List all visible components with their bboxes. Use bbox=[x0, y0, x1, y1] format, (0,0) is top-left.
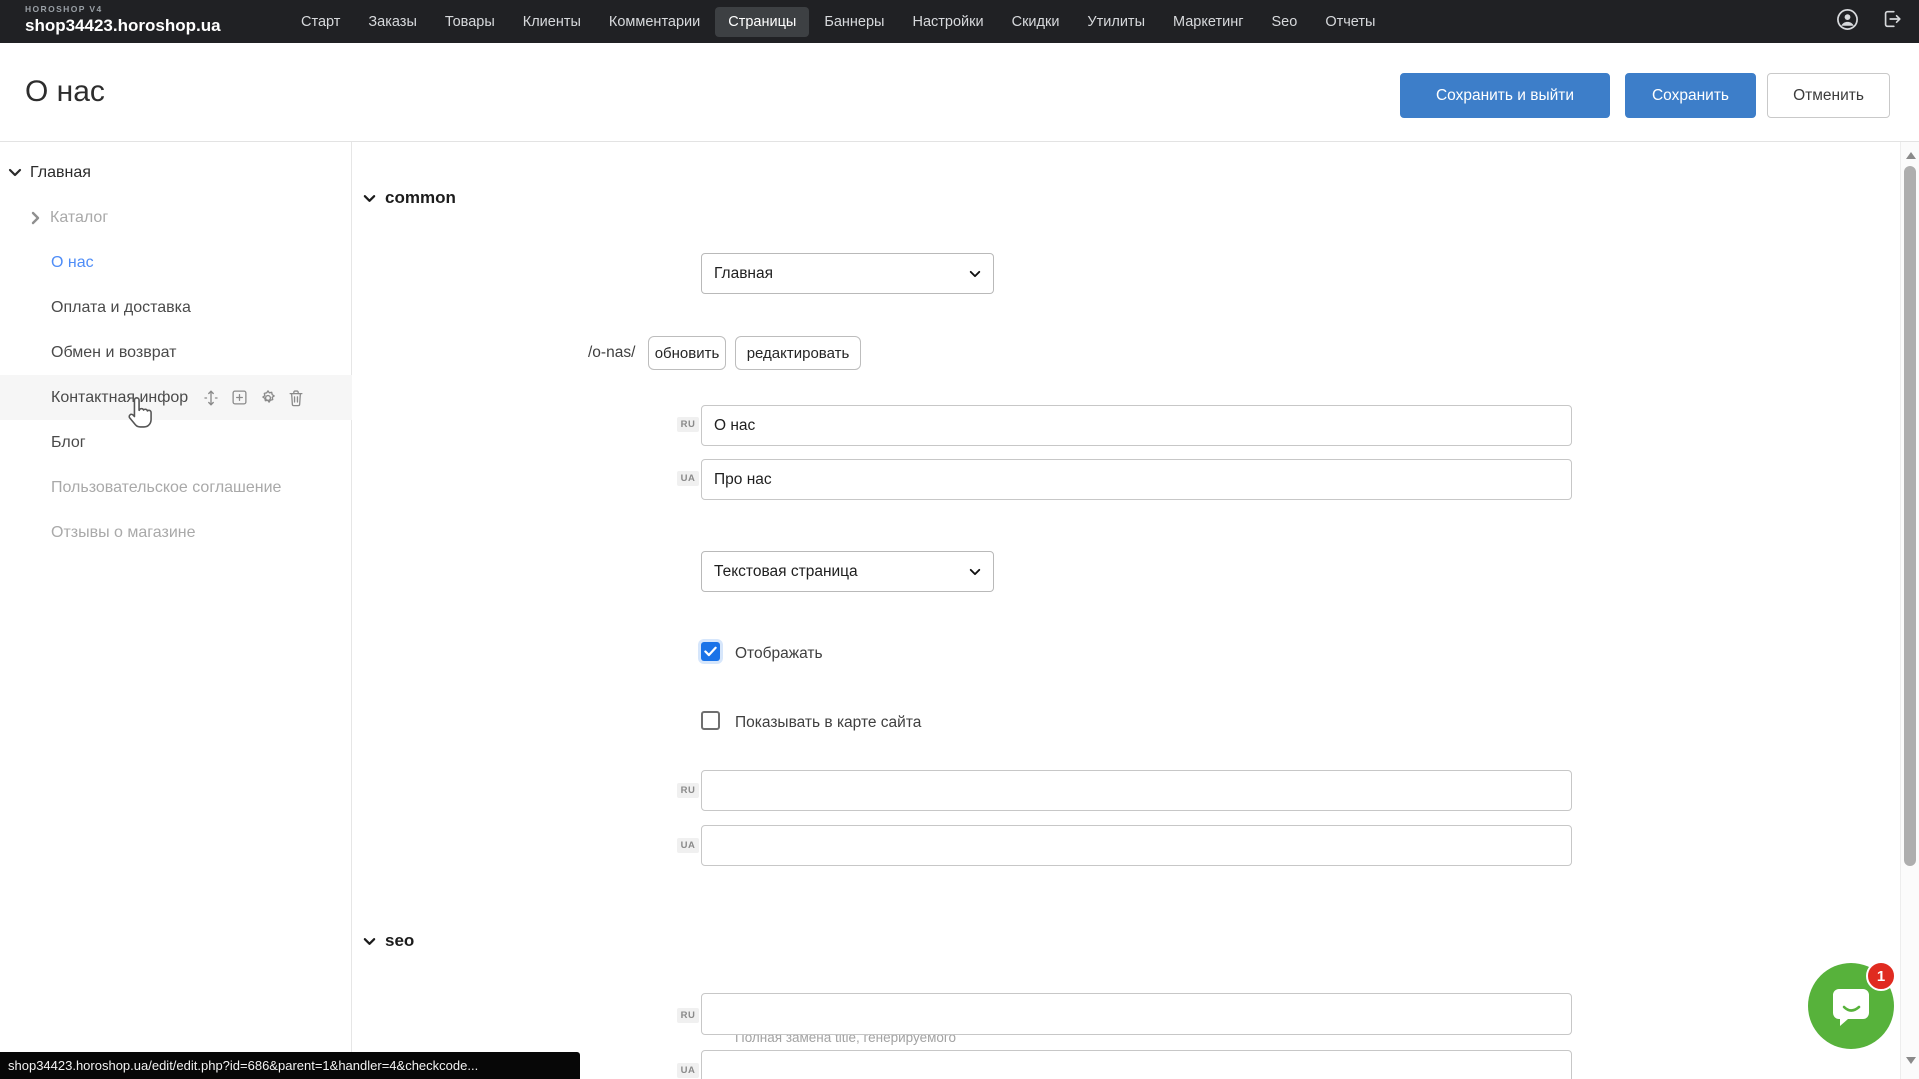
sidebar-item-about-selected[interactable]: О нас bbox=[0, 240, 352, 285]
template-select[interactable]: Текстовая страница bbox=[701, 551, 994, 592]
nav-item-banners[interactable]: Баннеры bbox=[811, 7, 897, 37]
top-navigation-bar: HOROSHOP V4 shop34423.horoshop.ua Старт … bbox=[0, 0, 1919, 43]
sidebar-item-label: Отзывы о магазине bbox=[51, 524, 196, 542]
page-edit-form: common Родительский раздел Главная Ссылк… bbox=[353, 142, 1900, 1079]
settings-gear-icon[interactable] bbox=[259, 389, 277, 407]
vertical-scrollbar[interactable] bbox=[1900, 142, 1919, 1079]
logout-icon[interactable] bbox=[1881, 8, 1903, 35]
sidebar-item-label: Контактная инфор bbox=[51, 389, 188, 407]
sitemap-checkbox-unchecked[interactable] bbox=[701, 711, 720, 730]
nav-item-comments[interactable]: Комментарии bbox=[596, 7, 713, 37]
page-title: О нас bbox=[25, 75, 105, 109]
parent-section-value: Главная bbox=[714, 265, 969, 283]
sidebar-item-payment-delivery[interactable]: Оплата и доставка bbox=[0, 285, 352, 330]
nav-item-products[interactable]: Товары bbox=[432, 7, 508, 37]
sidebar-item-label: Каталог bbox=[50, 209, 108, 227]
cancel-button[interactable]: Отменить bbox=[1767, 73, 1890, 118]
parent-section-select[interactable]: Главная bbox=[701, 253, 994, 294]
page-title-ru-input[interactable] bbox=[701, 405, 1572, 446]
scrollbar-thumb[interactable] bbox=[1904, 166, 1916, 866]
ru-lang-badge: RU bbox=[677, 1008, 699, 1023]
nav-item-orders[interactable]: Заказы bbox=[355, 7, 429, 37]
sidebar-item-label: О нас bbox=[51, 254, 94, 272]
nav-item-settings[interactable]: Настройки bbox=[899, 7, 996, 37]
chevron-down-icon[interactable] bbox=[8, 168, 22, 177]
html-title-ru-input[interactable] bbox=[701, 993, 1572, 1035]
nav-item-reports[interactable]: Отчеты bbox=[1312, 7, 1388, 37]
display-label: Отображать bbox=[735, 645, 823, 663]
ru-lang-badge: RU bbox=[677, 417, 699, 432]
checkmark-icon bbox=[704, 646, 717, 657]
nav-item-clients[interactable]: Клиенты bbox=[510, 7, 594, 37]
sidebar-item-user-agreement[interactable]: Пользовательское соглашение bbox=[0, 465, 352, 510]
sidebar-item-blog[interactable]: Блог bbox=[0, 420, 352, 465]
scroll-down-arrow[interactable] bbox=[1906, 1057, 1916, 1064]
pages-tree-sidebar: Главная Каталог О нас Оплата и доставка … bbox=[0, 142, 352, 1079]
brand-version-label: HOROSHOP V4 bbox=[25, 5, 221, 14]
chevron-right-icon[interactable] bbox=[31, 211, 40, 225]
ua-lang-badge: UA bbox=[677, 1063, 699, 1078]
sidebar-item-label: Обмен и возврат bbox=[51, 344, 176, 362]
alt-link-ru-input[interactable] bbox=[701, 770, 1572, 811]
section-seo-toggle[interactable]: seo bbox=[363, 931, 414, 951]
horoshop-admin-app: HOROSHOP V4 shop34423.horoshop.ua Старт … bbox=[0, 0, 1919, 1079]
top-nav-actions bbox=[1836, 0, 1903, 43]
user-account-icon[interactable] bbox=[1836, 8, 1859, 36]
section-common-toggle[interactable]: common bbox=[363, 188, 456, 208]
brand-logo[interactable]: HOROSHOP V4 shop34423.horoshop.ua bbox=[25, 5, 221, 34]
nav-item-utilities[interactable]: Утилиты bbox=[1074, 7, 1158, 37]
sidebar-item-home[interactable]: Главная bbox=[0, 150, 352, 195]
save-button[interactable]: Сохранить bbox=[1625, 73, 1756, 118]
link-edit-button[interactable]: редактировать bbox=[735, 336, 861, 370]
sidebar-item-store-reviews[interactable]: Отзывы о магазине bbox=[0, 510, 352, 555]
chevron-down-icon bbox=[969, 270, 981, 278]
sidebar-item-label: Блог bbox=[51, 434, 86, 452]
alt-link-ua-input[interactable] bbox=[701, 825, 1572, 866]
sidebar-item-label: Главная bbox=[30, 164, 91, 182]
statusbar-url: shop34423.horoshop.ua/edit/edit.php?id=6… bbox=[8, 1058, 478, 1073]
section-title: seo bbox=[385, 931, 414, 951]
save-and-exit-button[interactable]: Сохранить и выйти bbox=[1400, 73, 1610, 118]
move-icon[interactable] bbox=[202, 389, 220, 407]
chat-bubble-icon bbox=[1828, 983, 1874, 1029]
brand-shop-domain: shop34423.horoshop.ua bbox=[25, 17, 221, 34]
nav-item-marketing[interactable]: Маркетинг bbox=[1160, 7, 1257, 37]
ua-lang-badge: UA bbox=[677, 471, 699, 486]
top-nav-menu: Старт Заказы Товары Клиенты Комментарии … bbox=[288, 0, 1390, 43]
add-page-icon[interactable] bbox=[231, 389, 248, 406]
template-value: Текстовая страница bbox=[714, 563, 969, 581]
sidebar-item-catalog[interactable]: Каталог bbox=[0, 195, 352, 240]
chevron-down-icon bbox=[969, 568, 981, 576]
chevron-down-icon bbox=[363, 937, 376, 946]
sidebar-item-contact-info[interactable]: Контактная инфор bbox=[0, 375, 352, 420]
link-path-value: /o-nas/ bbox=[588, 344, 635, 362]
display-checkbox-checked[interactable] bbox=[701, 642, 720, 661]
nav-item-discounts[interactable]: Скидки bbox=[999, 7, 1073, 37]
chevron-down-icon bbox=[363, 194, 376, 203]
nav-item-start[interactable]: Старт bbox=[288, 7, 353, 37]
sidebar-item-exchange-return[interactable]: Обмен и возврат bbox=[0, 330, 352, 375]
ru-lang-badge: RU bbox=[677, 783, 699, 798]
ua-lang-badge: UA bbox=[677, 838, 699, 853]
link-preview-statusbar: shop34423.horoshop.ua/edit/edit.php?id=6… bbox=[0, 1052, 580, 1079]
delete-trash-icon[interactable] bbox=[288, 389, 304, 407]
tree-item-actions bbox=[202, 389, 304, 407]
sidebar-item-label: Пользовательское соглашение bbox=[51, 479, 281, 497]
link-refresh-button[interactable]: обновить bbox=[648, 336, 726, 370]
section-title: common bbox=[385, 188, 456, 208]
sidebar-item-label: Оплата и доставка bbox=[51, 299, 191, 317]
page-title-ua-input[interactable] bbox=[701, 459, 1572, 500]
html-title-ua-input[interactable] bbox=[701, 1050, 1572, 1079]
scroll-up-arrow[interactable] bbox=[1906, 152, 1916, 159]
chat-unread-badge: 1 bbox=[1866, 961, 1896, 991]
nav-item-seo[interactable]: Seo bbox=[1259, 7, 1311, 37]
nav-item-pages[interactable]: Страницы bbox=[715, 7, 809, 37]
sitemap-label: Показывать в карте сайта bbox=[735, 714, 921, 732]
page-header: О нас Сохранить и выйти Сохранить Отмени… bbox=[0, 43, 1919, 142]
